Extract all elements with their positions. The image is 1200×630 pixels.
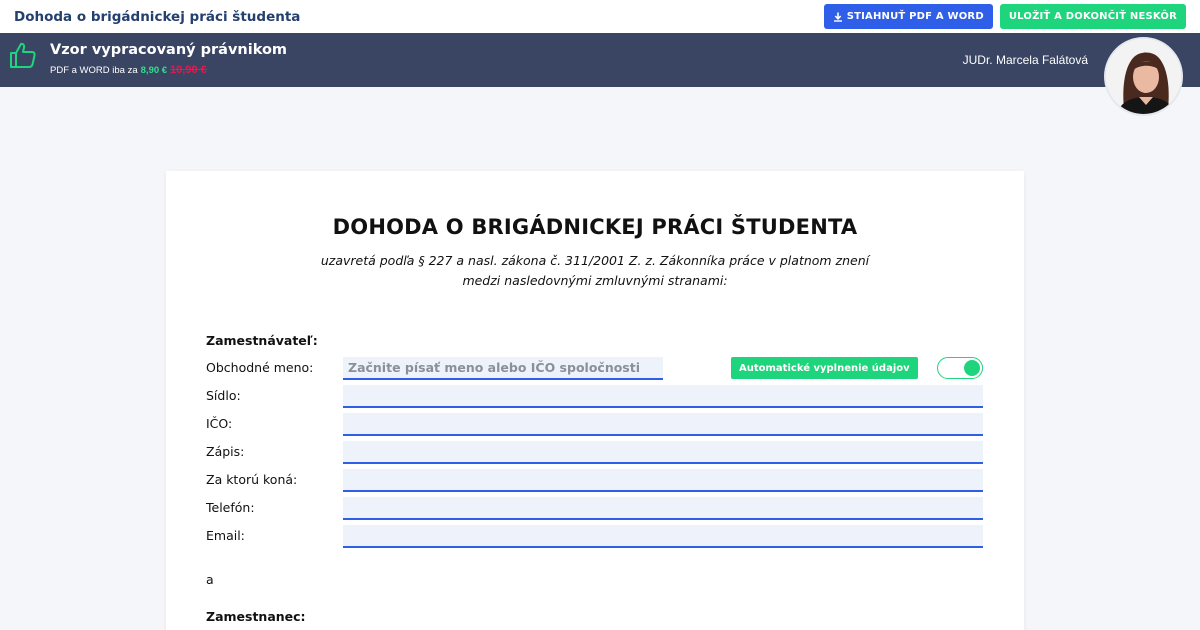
autofill-toggle[interactable] <box>937 357 983 379</box>
ico-input[interactable] <box>343 413 983 436</box>
lawyer-avatar <box>1104 37 1183 116</box>
company-name-input[interactable] <box>343 357 663 380</box>
top-header: Dohoda o brigádnickej práci študenta STI… <box>0 0 1200 33</box>
price-old: 10,90 € <box>170 64 207 76</box>
lawyer-name: JUDr. Marcela Falátová <box>962 53 1088 67</box>
download-icon <box>833 12 842 22</box>
thumbs-up-icon <box>10 42 36 68</box>
autofill-label: Automatické vyplnenie údajov <box>731 357 918 379</box>
promo-subtitle: PDF a WORD iba za 8,90 € 10,90 € <box>50 64 207 76</box>
toggle-knob <box>964 360 980 376</box>
lawyer-portrait-icon <box>1106 39 1181 114</box>
price-new: 8,90 € <box>140 65 168 76</box>
email-label: Email: <box>206 528 245 543</box>
save-finish-later-button[interactable]: ULOŽIŤ A DOKONČIŤ NESKÔR <box>999 4 1186 29</box>
phone-input[interactable] <box>343 497 983 520</box>
representative-label: Za ktorú koná: <box>206 472 298 487</box>
document-sheet: DOHODA O BRIGÁDNICKEJ PRÁCI ŠTUDENTA uza… <box>166 171 1024 630</box>
employee-heading: Zamestnanec: <box>206 609 306 624</box>
registration-input[interactable] <box>343 441 983 464</box>
promo-band: Vzor vypracovaný právnikom PDF a WORD ib… <box>0 33 1200 87</box>
document-subtitle-line2: medzi nasledovnými zmluvnými stranami: <box>462 273 728 288</box>
document-title: DOHODA O BRIGÁDNICKEJ PRÁCI ŠTUDENTA <box>332 215 858 239</box>
representative-input[interactable] <box>343 469 983 492</box>
promo-price-text: PDF a WORD iba za <box>50 65 138 76</box>
save-button-label: ULOŽIŤ A DOKONČIŤ NESKÔR <box>1008 11 1177 22</box>
email-input[interactable] <box>343 525 983 548</box>
seat-label: Sídlo: <box>206 388 241 403</box>
ico-label: IČO: <box>206 416 233 431</box>
download-button-label: STIAHNUŤ PDF A WORD <box>846 11 984 22</box>
company-name-label: Obchodné meno: <box>206 360 314 375</box>
conjunction-text: a <box>206 572 214 587</box>
download-pdf-word-button[interactable]: STIAHNUŤ PDF A WORD <box>823 4 993 29</box>
registration-label: Zápis: <box>206 444 245 459</box>
page-title: Dohoda o brigádnickej práci študenta <box>14 8 301 25</box>
employer-heading: Zamestnávateľ: <box>206 333 318 348</box>
seat-input[interactable] <box>343 385 983 408</box>
promo-title: Vzor vypracovaný právnikom <box>50 42 288 58</box>
phone-label: Telefón: <box>206 500 255 515</box>
document-subtitle-line1: uzavretá podľa § 227 a nasl. zákona č. 3… <box>320 253 870 268</box>
header-actions: STIAHNUŤ PDF A WORD ULOŽIŤ A DOKONČIŤ NE… <box>823 4 1186 29</box>
